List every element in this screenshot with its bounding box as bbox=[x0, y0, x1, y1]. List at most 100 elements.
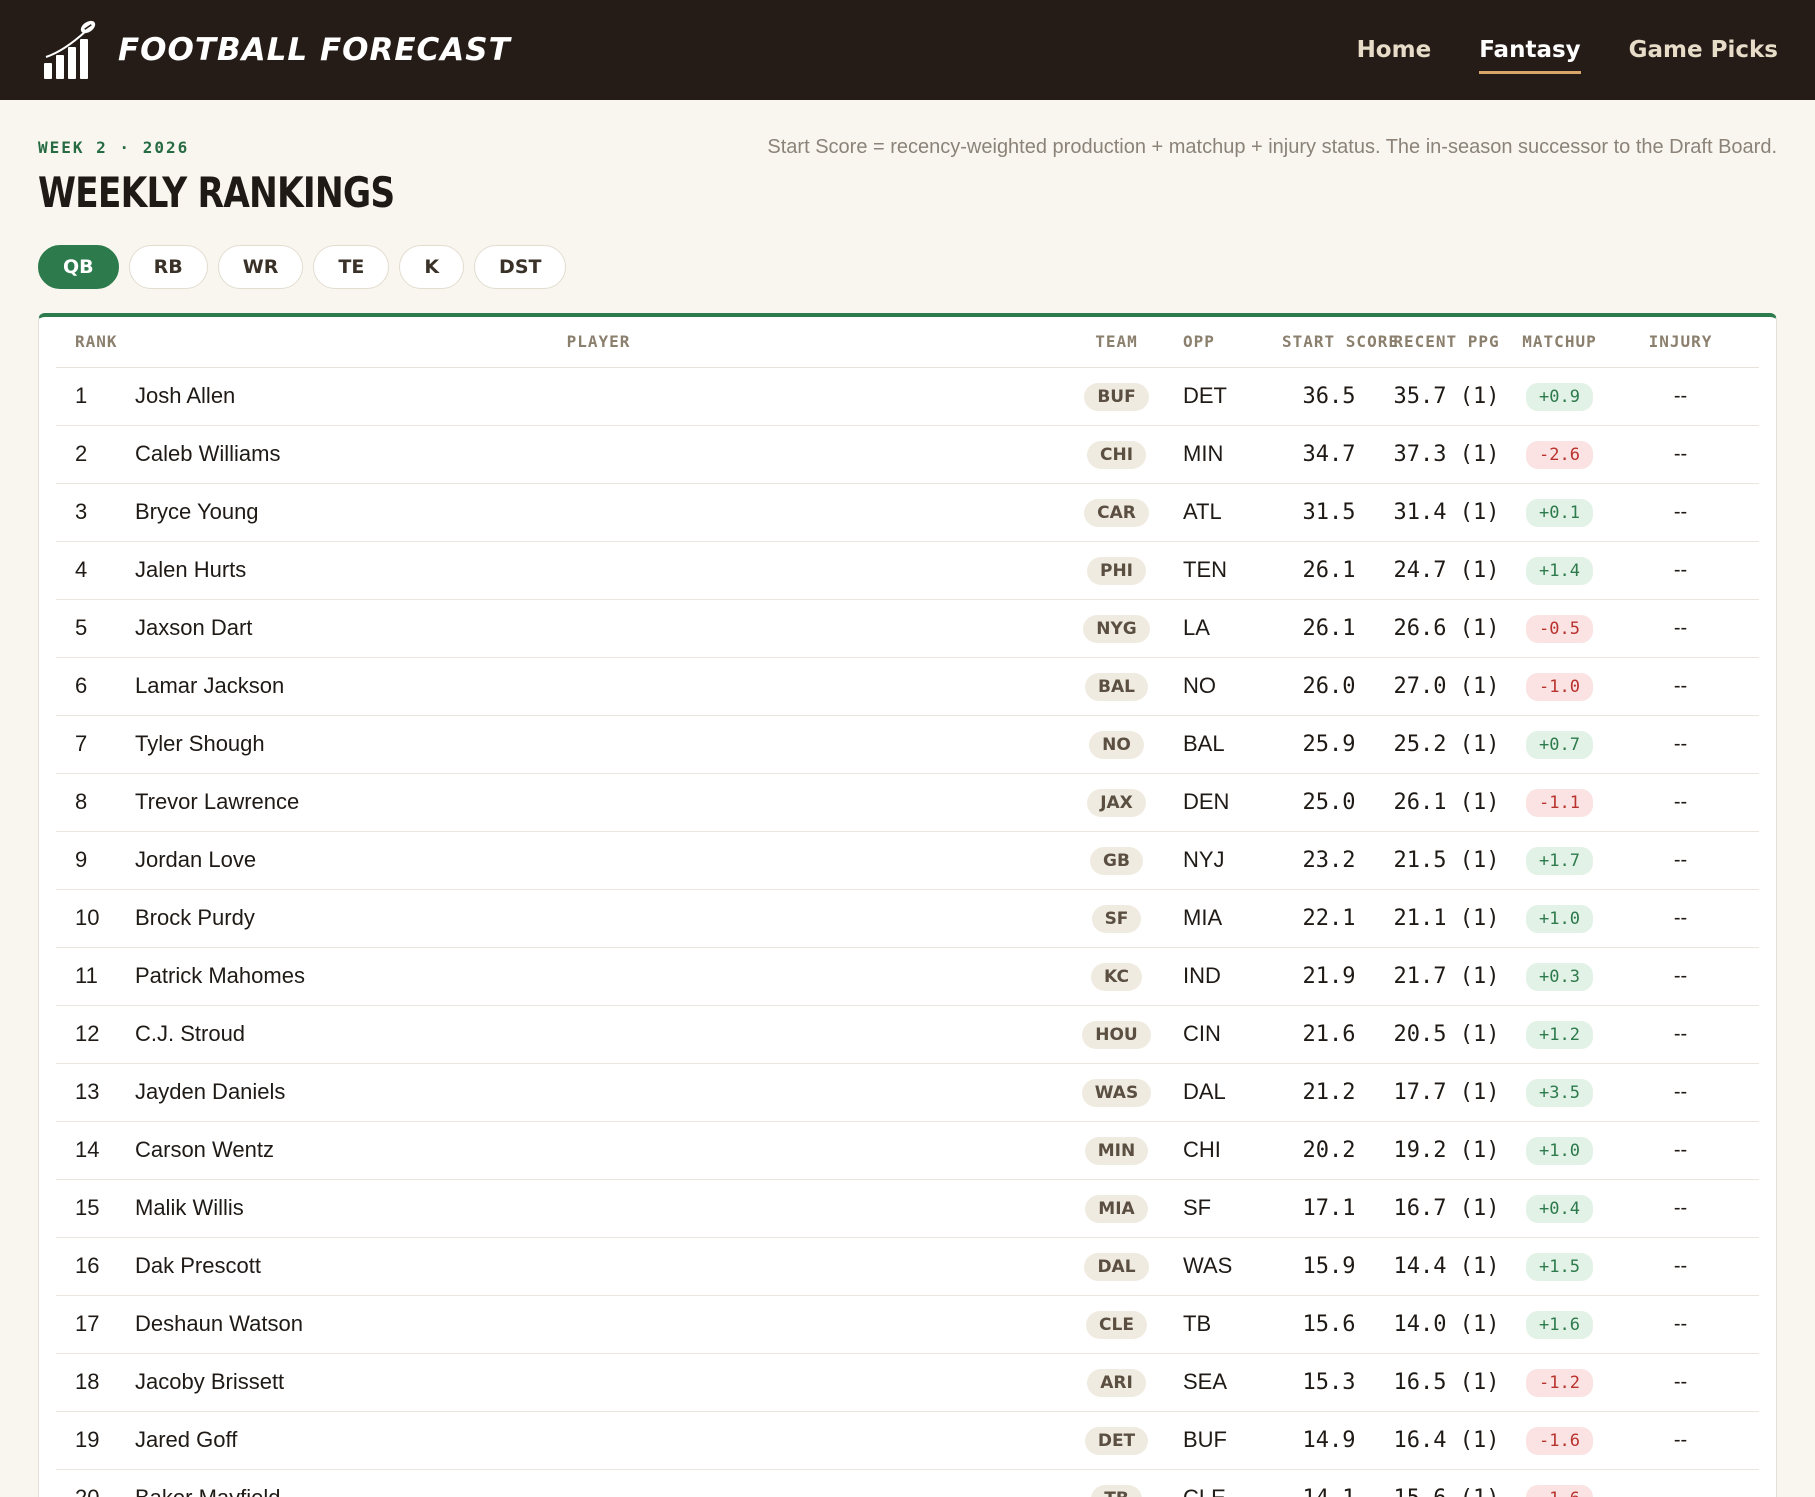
matchup-cell: +1.7 bbox=[1517, 831, 1602, 890]
team-badge: MIA bbox=[1085, 1194, 1148, 1223]
player-name[interactable]: Patrick Mahomes bbox=[135, 947, 1062, 1006]
opponent-cell: MIN bbox=[1171, 425, 1282, 484]
table-row[interactable]: 2 Caleb Williams CHI MIN 34.7 37.3 (1) -2.6 -- bbox=[56, 425, 1759, 484]
header-injury[interactable]: INJURY bbox=[1602, 317, 1759, 368]
nav-game-picks[interactable]: Game Picks bbox=[1629, 31, 1778, 69]
player-name[interactable]: Jordan Love bbox=[135, 831, 1062, 890]
header-recent-ppg[interactable]: RECENT PPG bbox=[1376, 317, 1517, 368]
table-row[interactable]: 1 Josh Allen BUF DET 36.5 35.7 (1) +0.9 -- bbox=[56, 367, 1759, 426]
matchup-cell: +1.0 bbox=[1517, 1121, 1602, 1180]
injury-cell: -- bbox=[1602, 1121, 1759, 1180]
start-score-cell: 23.2 bbox=[1282, 831, 1376, 890]
matchup-badge: -1.6 bbox=[1526, 1484, 1593, 1497]
table-row[interactable]: 16 Dak Prescott DAL WAS 15.9 14.4 (1) +1.5 -- bbox=[56, 1237, 1759, 1296]
player-name[interactable]: Deshaun Watson bbox=[135, 1295, 1062, 1354]
table-row[interactable]: 3 Bryce Young CAR ATL 31.5 31.4 (1) +0.1 -- bbox=[56, 483, 1759, 542]
tab-te[interactable]: TE bbox=[313, 245, 390, 289]
recent-ppg-cell: 16.5 (1) bbox=[1376, 1353, 1517, 1412]
nav-fantasy[interactable]: Fantasy bbox=[1479, 31, 1582, 74]
player-name[interactable]: Carson Wentz bbox=[135, 1121, 1062, 1180]
player-name[interactable]: Bryce Young bbox=[135, 483, 1062, 542]
table-row[interactable]: 9 Jordan Love GB NYJ 23.2 21.5 (1) +1.7 -- bbox=[56, 831, 1759, 890]
player-name[interactable]: Josh Allen bbox=[135, 367, 1062, 426]
table-row[interactable]: 7 Tyler Shough NO BAL 25.9 25.2 (1) +0.7 -- bbox=[56, 715, 1759, 774]
table-row[interactable]: 12 C.J. Stroud HOU CIN 21.6 20.5 (1) +1.2 -- bbox=[56, 1005, 1759, 1064]
table-row[interactable]: 8 Trevor Lawrence JAX DEN 25.0 26.1 (1) -1.1 -- bbox=[56, 773, 1759, 832]
player-name[interactable]: Trevor Lawrence bbox=[135, 773, 1062, 832]
player-name[interactable]: Jacoby Brissett bbox=[135, 1353, 1062, 1412]
injury-cell: -- bbox=[1602, 1237, 1759, 1296]
player-name[interactable]: C.J. Stroud bbox=[135, 1005, 1062, 1064]
player-name[interactable]: Jalen Hurts bbox=[135, 541, 1062, 600]
tab-qb[interactable]: QB bbox=[38, 245, 119, 289]
injury-cell: -- bbox=[1602, 1295, 1759, 1354]
start-score-cell: 26.1 bbox=[1282, 599, 1376, 658]
rank-cell: 2 bbox=[56, 425, 135, 484]
matchup-badge: -1.0 bbox=[1526, 672, 1593, 701]
team-cell: CLE bbox=[1062, 1295, 1171, 1354]
table-row[interactable]: 14 Carson Wentz MIN CHI 20.2 19.2 (1) +1.0 -- bbox=[56, 1121, 1759, 1180]
table-row[interactable]: 17 Deshaun Watson CLE TB 15.6 14.0 (1) +1.6 -- bbox=[56, 1295, 1759, 1354]
tab-rb[interactable]: RB bbox=[128, 245, 208, 289]
header-start-score[interactable]: START SCORE bbox=[1282, 317, 1398, 368]
team-badge: NYG bbox=[1083, 614, 1150, 643]
table-row[interactable]: 19 Jared Goff DET BUF 14.9 16.4 (1) -1.6 -- bbox=[56, 1411, 1759, 1470]
player-name[interactable]: Baker Mayfield bbox=[135, 1469, 1062, 1497]
table-row[interactable]: 5 Jaxson Dart NYG LA 26.1 26.6 (1) -0.5 -- bbox=[56, 599, 1759, 658]
opponent-cell: LA bbox=[1171, 599, 1282, 658]
player-name[interactable]: Jaxson Dart bbox=[135, 599, 1062, 658]
tab-wr[interactable]: WR bbox=[217, 245, 304, 289]
matchup-badge: +0.1 bbox=[1526, 498, 1593, 527]
recent-ppg-cell: 24.7 (1) bbox=[1376, 541, 1517, 600]
header-rank[interactable]: RANK bbox=[56, 317, 135, 368]
player-name[interactable]: Dak Prescott bbox=[135, 1237, 1062, 1296]
matchup-cell: +3.5 bbox=[1517, 1063, 1602, 1122]
rank-cell: 12 bbox=[56, 1005, 135, 1064]
recent-ppg-cell: 37.3 (1) bbox=[1376, 425, 1517, 484]
opponent-cell: SF bbox=[1171, 1179, 1282, 1238]
table-row[interactable]: 10 Brock Purdy SF MIA 22.1 21.1 (1) +1.0 -- bbox=[56, 889, 1759, 948]
rank-cell: 1 bbox=[56, 367, 135, 426]
table-row[interactable]: 20Baker Mayfield TB CLE14.115.6 (1) -1.6 -- bbox=[56, 1469, 1759, 1497]
player-name[interactable]: Jared Goff bbox=[135, 1411, 1062, 1470]
rank-cell: 14 bbox=[56, 1121, 135, 1180]
opponent-cell: NO bbox=[1171, 657, 1282, 716]
header-player[interactable]: PLAYER bbox=[135, 317, 1062, 368]
matchup-badge: +3.5 bbox=[1526, 1078, 1593, 1107]
top-nav-bar: FOOTBALL FORECAST Home Fantasy Game Pick… bbox=[0, 0, 1815, 100]
player-name[interactable]: Malik Willis bbox=[135, 1179, 1062, 1238]
start-score-note: Start Score = recency-weighted productio… bbox=[767, 136, 1777, 158]
brand[interactable]: FOOTBALL FORECAST bbox=[42, 19, 511, 81]
start-score-cell: 17.1 bbox=[1282, 1179, 1376, 1238]
header-team[interactable]: TEAM bbox=[1062, 317, 1171, 368]
rank-cell: 4 bbox=[56, 541, 135, 600]
player-name[interactable]: Jayden Daniels bbox=[135, 1063, 1062, 1122]
matchup-badge: -0.5 bbox=[1526, 614, 1593, 643]
start-score-cell: 26.1 bbox=[1282, 541, 1376, 600]
matchup-cell: +1.0 bbox=[1517, 889, 1602, 948]
team-cell: SF bbox=[1062, 889, 1171, 948]
matchup-badge: +1.0 bbox=[1526, 904, 1593, 933]
start-score-cell: 21.6 bbox=[1282, 1005, 1376, 1064]
table-row[interactable]: 4 Jalen Hurts PHI TEN 26.1 24.7 (1) +1.4 -- bbox=[56, 541, 1759, 600]
player-name[interactable]: Brock Purdy bbox=[135, 889, 1062, 948]
player-name[interactable]: Lamar Jackson bbox=[135, 657, 1062, 716]
tab-dst[interactable]: DST bbox=[474, 245, 567, 289]
header-opp[interactable]: OPP bbox=[1171, 317, 1282, 368]
header-matchup[interactable]: MATCHUP bbox=[1517, 317, 1602, 368]
opponent-cell: ATL bbox=[1171, 483, 1282, 542]
team-cell: DAL bbox=[1062, 1237, 1171, 1296]
nav-home[interactable]: Home bbox=[1357, 31, 1432, 69]
table-row[interactable]: 18 Jacoby Brissett ARI SEA 15.3 16.5 (1) -1.2-… bbox=[56, 1353, 1759, 1412]
player-name[interactable]: Caleb Williams bbox=[135, 425, 1062, 484]
opponent-cell: CHI bbox=[1171, 1121, 1282, 1180]
tab-k[interactable]: K bbox=[399, 245, 465, 289]
table-row[interactable]: 11 Patrick Mahomes KC IND 21.9 21.7 (1) +0.3 -- bbox=[56, 947, 1759, 1006]
injury-cell: -- bbox=[1602, 831, 1759, 890]
table-row[interactable]: 15 Malik Willis MIA SF 17.1 16.7 (1) +0.4 -- bbox=[56, 1179, 1759, 1238]
table-row[interactable]: 6 Lamar Jackson BAL NO 26.0 27.0 (1) -1.0 -- bbox=[56, 657, 1759, 716]
table-row[interactable]: 13 Jayden Daniels WAS DAL 21.2 17.7 (1) +3.5 -- bbox=[56, 1063, 1759, 1122]
team-cell: KC bbox=[1062, 947, 1171, 1006]
player-name[interactable]: Tyler Shough bbox=[135, 715, 1062, 774]
opponent-cell: TEN bbox=[1171, 541, 1282, 600]
